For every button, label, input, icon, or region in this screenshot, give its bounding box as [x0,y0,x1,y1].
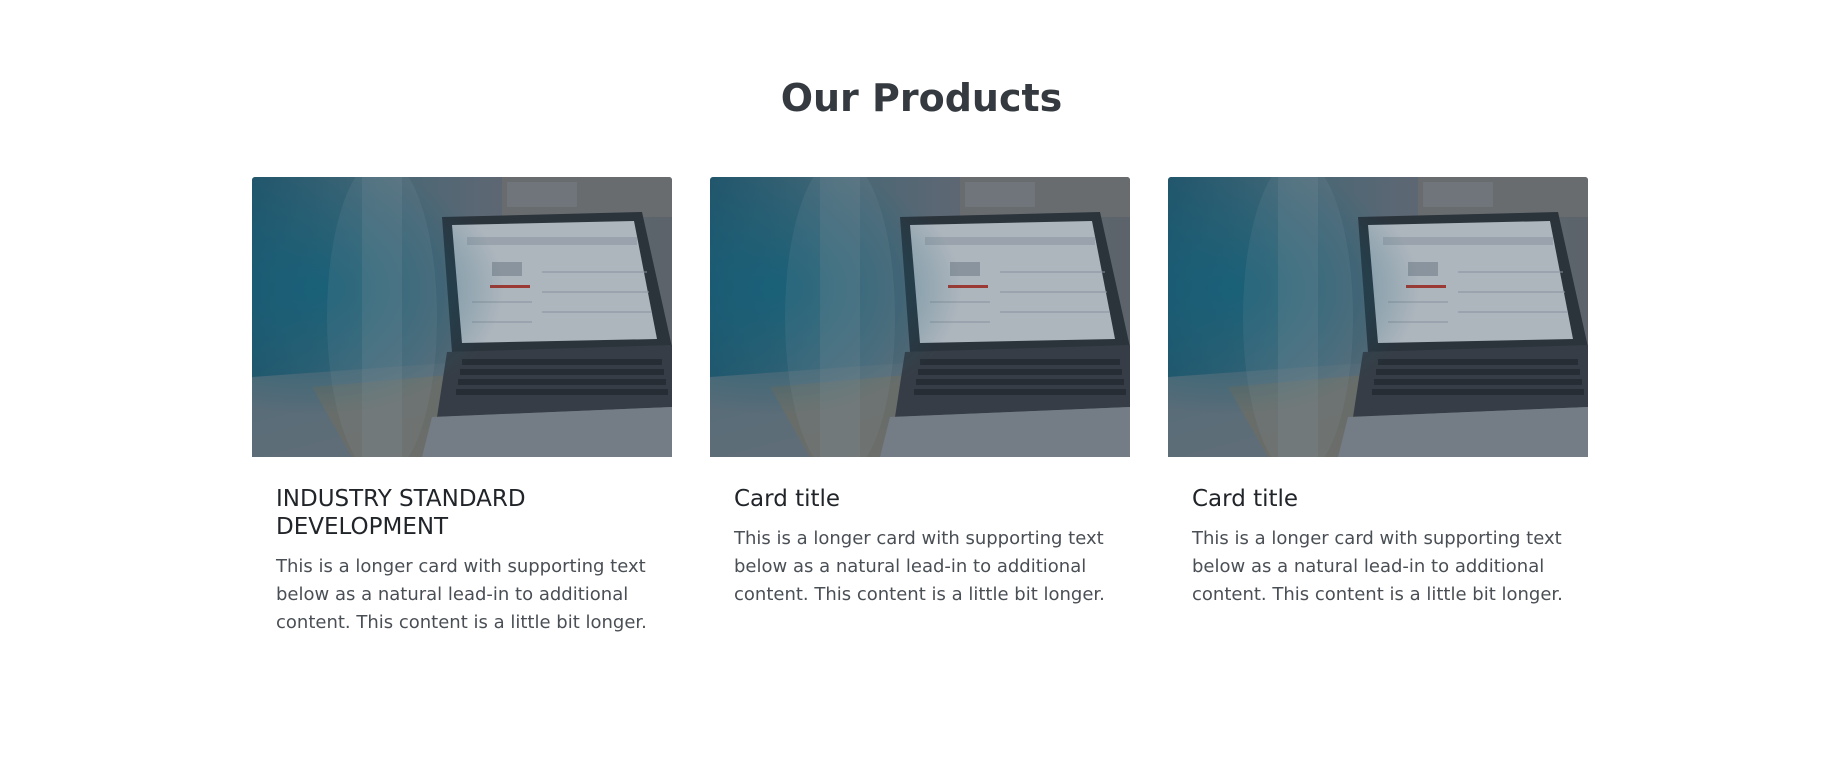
card-image [1168,177,1588,457]
product-card: INDUSTRY STANDARD DEVELOPMENT This is a … [252,177,672,661]
card-deck: INDUSTRY STANDARD DEVELOPMENT This is a … [252,177,1588,661]
laptop-photo-icon [710,177,1130,457]
laptop-photo-icon [252,177,672,457]
card-body: Card title This is a longer card with su… [710,457,1130,633]
card-body: Card title This is a longer card with su… [1168,457,1588,633]
card-image [710,177,1130,457]
card-title: Card title [734,486,841,512]
product-card: Card title This is a longer card with su… [710,177,1130,661]
card-title: INDUSTRY STANDARD DEVELOPMENT [276,486,526,540]
product-card: Card title This is a longer card with su… [1168,177,1588,661]
section-title: Our Products [780,76,1063,120]
card-title: Card title [1192,486,1299,512]
card-text: This is a longer card with supporting te… [276,556,647,633]
card-text: This is a longer card with supporting te… [734,528,1105,605]
laptop-photo-icon [1168,177,1588,457]
products-section: Our Products INDUSTRY STANDARD DEVELOPME… [0,0,1843,780]
card-text: This is a longer card with supporting te… [1192,528,1563,605]
card-body: INDUSTRY STANDARD DEVELOPMENT This is a … [252,457,672,661]
card-image [252,177,672,457]
